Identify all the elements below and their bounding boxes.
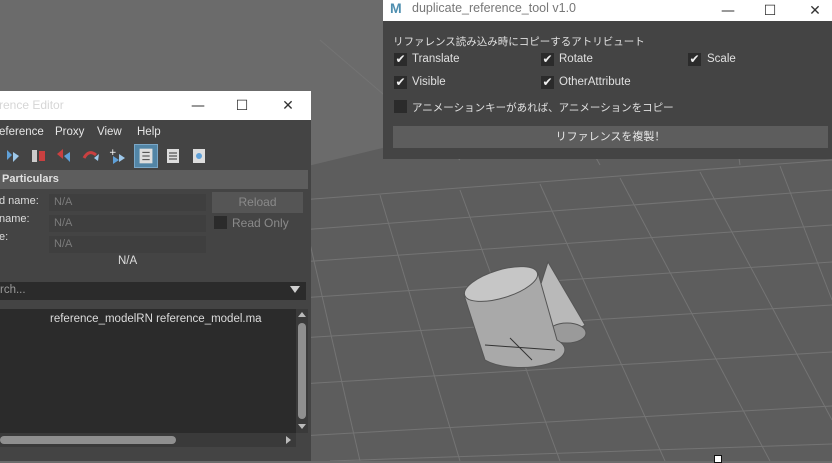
attributes-header: リファレンス読み込み時にコピーするアトリビュート bbox=[393, 36, 645, 48]
field-value-filename[interactable]: N/A bbox=[49, 215, 206, 232]
menu-view[interactable]: View bbox=[97, 126, 122, 138]
scale-checkbox[interactable]: ✔ bbox=[688, 53, 701, 66]
unload-reference-icon[interactable] bbox=[29, 146, 49, 166]
svg-text:+: + bbox=[109, 148, 117, 158]
other-attribute-checkbox[interactable]: ✔ bbox=[541, 76, 554, 89]
other-attribute-label: OtherAttribute bbox=[559, 76, 631, 88]
dup-close-button[interactable]: ✕ bbox=[795, 0, 832, 21]
translate-label: Translate bbox=[412, 53, 460, 65]
maximize-button[interactable]: ☐ bbox=[219, 91, 265, 120]
selection-info: N/A bbox=[118, 255, 138, 267]
read-only-label: Read Only bbox=[232, 216, 289, 230]
search-bar[interactable] bbox=[0, 282, 306, 300]
minimize-button[interactable]: — bbox=[175, 91, 221, 120]
scroll-up-icon[interactable] bbox=[298, 312, 306, 317]
field-label-file: e: bbox=[0, 231, 9, 243]
dup-tool-title: duplicate_reference_tool v1.0 bbox=[412, 1, 577, 15]
scroll-right-icon[interactable] bbox=[286, 436, 291, 444]
vertical-scroll-thumb[interactable] bbox=[298, 323, 306, 419]
copy-animation-label: アニメーションキーがあれば、アニメーションをコピー bbox=[412, 102, 674, 114]
particulars-section-header[interactable]: Particulars bbox=[0, 170, 308, 189]
rotate-label: Rotate bbox=[559, 53, 593, 65]
list-item[interactable]: reference_modelRN reference_model.ma bbox=[50, 313, 262, 325]
field-value-file[interactable]: N/A bbox=[49, 236, 206, 253]
reload-button[interactable]: Reload bbox=[212, 192, 303, 213]
field-value-name[interactable]: N/A bbox=[49, 194, 206, 211]
duplicate-reference-tool-window: M duplicate_reference_tool v1.0 — ☐ ✕ リフ… bbox=[383, 0, 832, 159]
field-label-filename: name: bbox=[0, 213, 30, 225]
reference-editor-title: rence Editor bbox=[0, 98, 64, 112]
list-view-icon[interactable] bbox=[134, 144, 158, 168]
load-reference-icon[interactable] bbox=[3, 146, 23, 166]
read-only-checkbox[interactable] bbox=[214, 216, 227, 229]
translate-checkbox[interactable]: ✔ bbox=[394, 53, 407, 66]
search-dropdown-icon[interactable] bbox=[290, 286, 300, 293]
scroll-down-icon[interactable] bbox=[298, 424, 306, 429]
maya-logo-icon: M bbox=[390, 0, 402, 16]
search-input[interactable]: rch... bbox=[0, 284, 26, 296]
menu-proxy[interactable]: Proxy bbox=[55, 126, 84, 138]
scale-label: Scale bbox=[707, 53, 736, 65]
field-label-name: d name: bbox=[0, 195, 39, 207]
dup-maximize-button[interactable]: ☐ bbox=[750, 0, 790, 21]
namespace-icon[interactable] bbox=[189, 146, 209, 166]
menu-reference[interactable]: eference bbox=[0, 126, 44, 138]
horizontal-scroll-thumb[interactable] bbox=[0, 436, 176, 444]
add-reference-icon[interactable]: + bbox=[107, 146, 127, 166]
visible-label: Visible bbox=[412, 76, 446, 88]
menu-help[interactable]: Help bbox=[137, 126, 161, 138]
dup-minimize-button[interactable]: — bbox=[708, 0, 748, 21]
duplicate-reference-button[interactable]: リファレンスを複製！ bbox=[393, 126, 828, 148]
copy-animation-checkbox[interactable] bbox=[394, 100, 407, 113]
mouse-cursor-icon bbox=[714, 455, 722, 463]
remove-reference-icon[interactable] bbox=[81, 146, 101, 166]
rotate-checkbox[interactable]: ✔ bbox=[541, 53, 554, 66]
particulars-title: Particulars bbox=[2, 173, 59, 185]
reference-list[interactable] bbox=[0, 309, 296, 433]
file-list-icon[interactable] bbox=[163, 146, 183, 166]
visible-checkbox[interactable]: ✔ bbox=[394, 76, 407, 89]
close-button[interactable]: ✕ bbox=[265, 91, 311, 120]
reload-reference-icon[interactable] bbox=[54, 146, 74, 166]
